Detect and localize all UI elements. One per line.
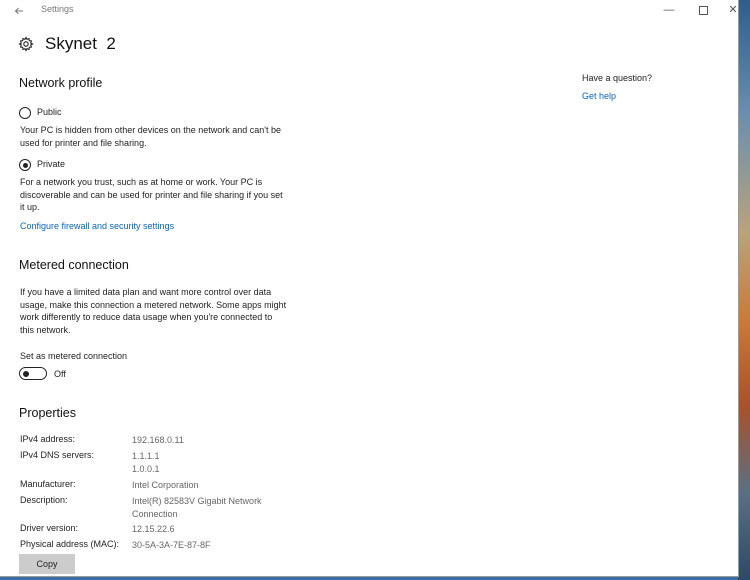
private-desc-line: For a network you trust, such as at home… (20, 177, 263, 187)
firewall-settings-link[interactable]: Configure firewall and security settings (20, 221, 174, 231)
metered-connection-heading: Metered connection (19, 258, 129, 272)
page-title: Skynet 2 (45, 34, 116, 53)
desktop-background (738, 0, 750, 580)
description-label: Description: (20, 495, 68, 505)
ipv4-value: 192.168.0.11 (132, 435, 184, 445)
manufacturer-value: Intel Corporation (132, 480, 199, 490)
private-desc-line: it up. (20, 202, 40, 212)
metered-desc-line: usage, make this connection a metered ne… (20, 299, 287, 310)
metered-toggle[interactable] (19, 367, 47, 380)
window-title: Settings (41, 4, 74, 14)
manufacturer-label: Manufacturer: (20, 479, 76, 489)
network-profile-heading: Network profile (19, 76, 103, 90)
close-button[interactable]: ✕ (718, 0, 738, 20)
settings-window: Settings — ✕ Skynet 2 Network profile Pu… (0, 0, 739, 577)
public-desc-line: used for printer and file sharing. (20, 137, 147, 148)
metered-desc-line: If you have a limited data plan and want… (20, 287, 272, 297)
back-button[interactable] (8, 2, 30, 20)
copy-button[interactable]: Copy (19, 554, 75, 574)
mac-address-value: 30-5A-3A-7E-87-8F (132, 540, 211, 550)
metered-desc-line: work differently to reduce data usage wh… (20, 312, 273, 322)
dns-value: 1.1.1.1 (132, 451, 160, 461)
properties-heading: Properties (19, 406, 76, 420)
description-value-line: Intel(R) 82583V Gigabit Network (132, 496, 262, 506)
private-radio-label: Private (37, 159, 66, 169)
driver-version-label: Driver version: (20, 523, 79, 533)
maximize-button[interactable] (688, 0, 718, 20)
mac-address-label: Physical address (MAC): (20, 539, 120, 549)
public-radio-label: Public (37, 107, 62, 117)
private-desc-line: discoverable and can be used for printer… (20, 189, 283, 200)
public-desc-line: Your PC is hidden from other devices on … (20, 125, 282, 135)
back-arrow-icon (14, 7, 23, 15)
public-description: Your PC is hidden from other devices on … (20, 124, 281, 149)
description-value-line: Connection (132, 508, 178, 519)
metered-desc-line: this network. (20, 324, 71, 335)
dns-values: 1.1.1.1 1.0.0.1 (132, 450, 160, 475)
ipv4-label: IPv4 address: (20, 434, 76, 444)
minimize-button[interactable]: — (654, 0, 684, 20)
metered-description: If you have a limited data plan and want… (20, 286, 286, 336)
driver-version-value: 12.15.22.6 (132, 524, 175, 534)
dns-label: IPv4 DNS servers: (20, 450, 95, 460)
private-radio[interactable] (19, 159, 31, 171)
get-help-link[interactable]: Get help (582, 91, 616, 101)
metered-toggle-state: Off (54, 369, 66, 379)
toggle-knob (23, 370, 29, 377)
title-bar: Settings — ✕ (0, 0, 738, 22)
dns-value: 1.0.0.1 (132, 463, 160, 474)
metered-toggle-label: Set as metered connection (20, 351, 128, 361)
private-description: For a network you trust, such as at home… (20, 176, 283, 214)
have-a-question-label: Have a question? (582, 73, 653, 83)
public-radio[interactable] (19, 107, 31, 119)
description-value: Intel(R) 82583V Gigabit Network Connecti… (132, 495, 262, 520)
maximize-icon (698, 5, 708, 15)
gear-icon (18, 36, 34, 52)
